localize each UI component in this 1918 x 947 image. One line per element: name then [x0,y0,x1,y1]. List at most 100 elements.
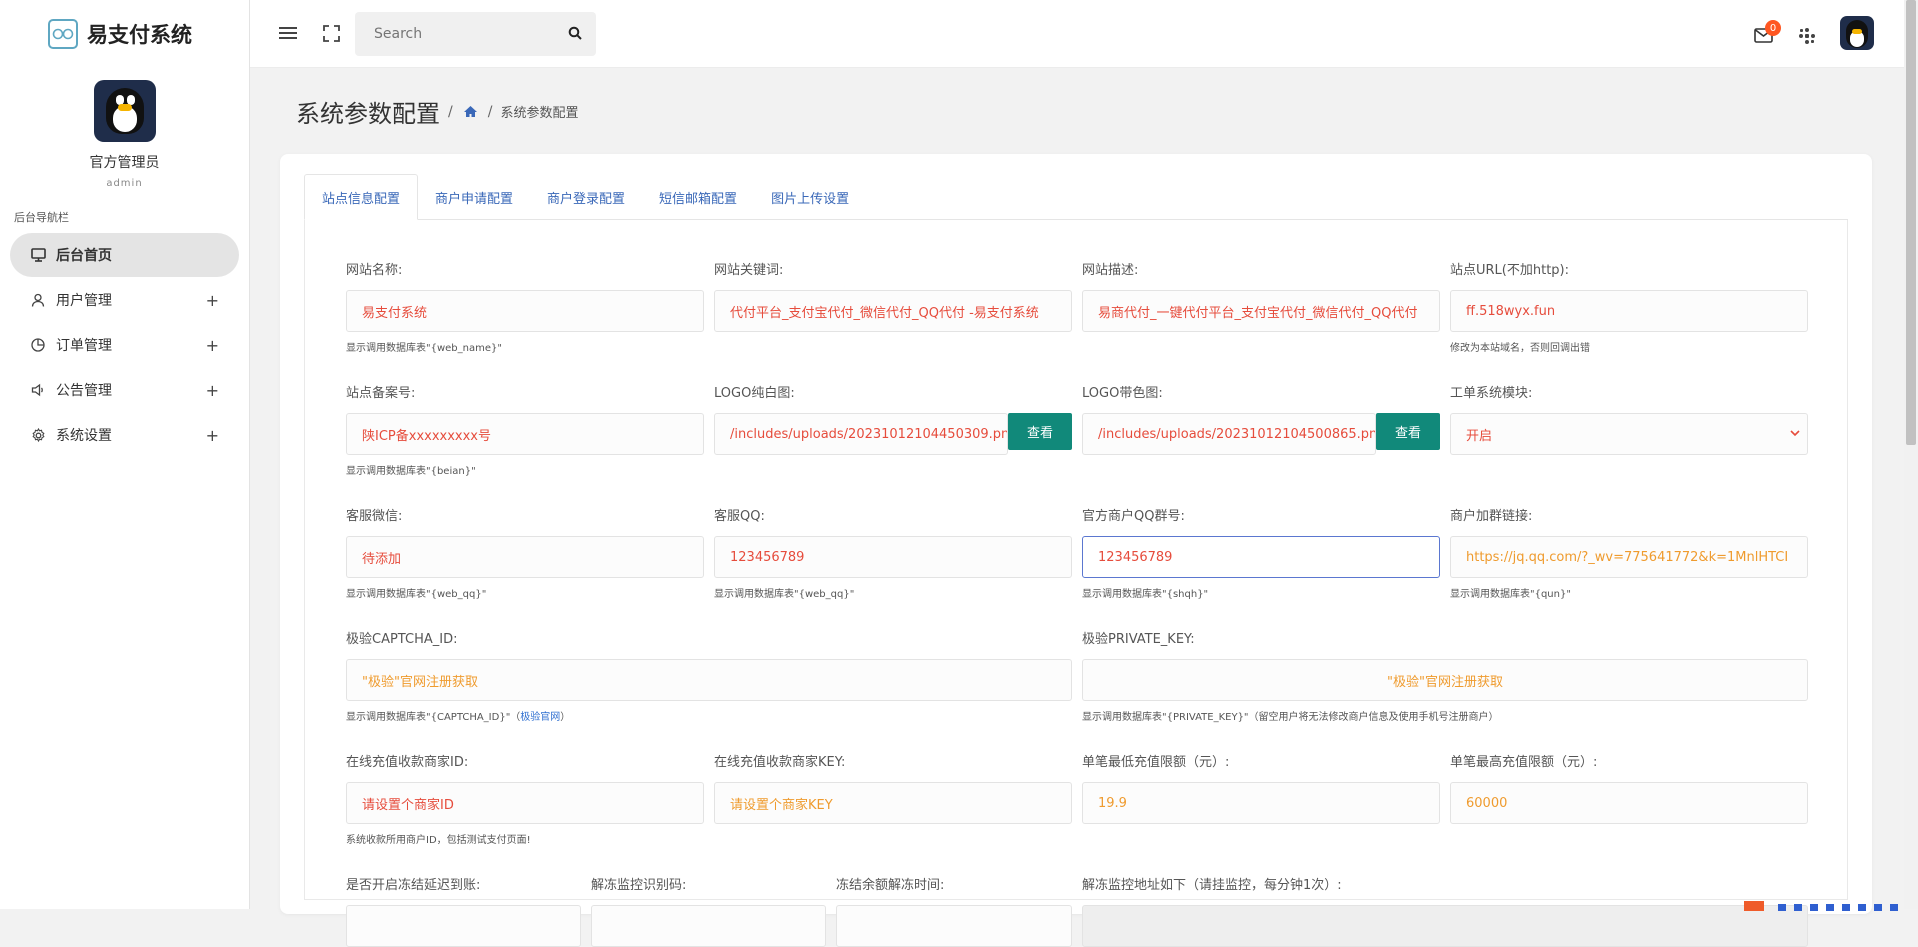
floating-toolbar[interactable] [1744,896,1904,911]
tab-image-upload[interactable]: 图片上传设置 [754,174,866,220]
menu-toggle-icon[interactable] [277,22,299,44]
field-private-key: 极验PRIVATE_KEY: "极验"官网注册获取 显示调用数据库表"{PRIV… [1082,628,1808,723]
description-input[interactable]: 易商代付_一键代付平台_支付宝代付_微信代付_QQ代付 [1082,290,1440,332]
field-wechat: 客服微信: 待添加 显示调用数据库表"{web_qq}" [346,505,704,600]
field-label: 网站关键词: [714,263,784,278]
scrollbar-thumb[interactable] [1906,0,1916,445]
sidebar-item-label: 公告管理 [56,383,112,399]
field-label: 网站名称: [346,263,403,278]
settings-card: 站点信息配置 商户申请配置 商户登录配置 短信邮箱配置 图片上传设置 网站名称:… [280,154,1872,947]
tab-merchant-apply[interactable]: 商户申请配置 [418,174,530,220]
mail-icon[interactable]: 0 [1752,20,1781,46]
ticket-module-select[interactable]: 开启 [1450,413,1808,455]
field-label: LOGO纯白图: [714,386,795,401]
qq-input[interactable]: 123456789 [714,536,1072,578]
unfreeze-time-input[interactable] [836,905,1072,947]
field-label: 在线充值收款商家ID: [346,755,469,770]
field-qq: 客服QQ: 123456789 显示调用数据库表"{web_qq}" [714,505,1072,600]
merchant-id-input[interactable]: 请设置个商家ID [346,782,704,824]
monitor-url-input[interactable] [1082,905,1808,947]
sidebar-item-announcements[interactable]: 公告管理 + [10,368,239,412]
captcha-id-input[interactable]: "极验"官网注册获取 [346,659,1072,701]
select-value: 开启 [1466,428,1493,444]
field-qq-group: 官方商户QQ群号: 123456789 显示调用数据库表"{shqh}" [1082,505,1440,600]
tab-site-info[interactable]: 站点信息配置 [304,174,419,220]
field-monitor-url: 解冻监控地址如下（请挂监控，每分钟1次）: [1082,874,1808,947]
sidebar-item-settings[interactable]: 系统设置 + [10,413,239,457]
site-url-input[interactable]: ff.518wyx.fun [1450,290,1808,332]
field-merchant-key: 在线充值收款商家KEY: 请设置个商家KEY [714,751,1072,824]
app-title: 易支付系统 [87,23,192,47]
chevron-down-icon [1789,427,1801,443]
unfreeze-code-input[interactable] [591,905,826,947]
sidebar-item-users[interactable]: 用户管理 + [10,278,239,322]
field-description: 网站描述: 易商代付_一键代付平台_支付宝代付_微信代付_QQ代付 [1082,259,1440,332]
expand-icon[interactable]: + [206,426,219,445]
field-label: 单笔最高充值限额（元）: [1450,755,1598,770]
user-avatar[interactable] [1840,16,1874,50]
field-hint: 显示调用数据库表"{PRIVATE_KEY}"（留空用户将无法修改商户信息及使用… [1082,712,1499,723]
search-input[interactable] [374,26,559,42]
field-unfreeze-time: 冻结余额解冻时间: [836,874,1072,947]
field-label: 解冻监控识别码: [591,878,687,893]
expand-icon[interactable]: + [206,381,219,400]
speaker-icon [30,382,46,398]
field-label: 站点备案号: [346,386,416,401]
max-recharge-input[interactable]: 60000 [1450,782,1808,824]
qq-group-input[interactable]: 123456789 [1082,536,1440,578]
freeze-select[interactable] [346,905,581,947]
field-hint: 显示调用数据库表"{shqh}" [1082,589,1209,600]
field-label: 站点URL(不加http): [1450,263,1569,278]
field-keywords: 网站关键词: 代付平台_支付宝代付_微信代付_QQ代付 -易支付系统 [714,259,1072,332]
field-label: 客服微信: [346,509,403,524]
min-recharge-input[interactable]: 19.9 [1082,782,1440,824]
tab-merchant-login[interactable]: 商户登录配置 [530,174,642,220]
sidebar-item-label: 系统设置 [56,428,112,444]
field-label: 工单系统模块: [1450,386,1533,401]
view-logo-color-button[interactable]: 查看 [1376,413,1440,450]
field-site-url: 站点URL(不加http): ff.518wyx.fun 修改为本站域名，否则回… [1450,259,1808,354]
fullscreen-icon[interactable] [320,22,342,44]
field-label: 是否开启冻结延迟到账: [346,878,481,893]
field-freeze: 是否开启冻结延迟到账: [346,874,581,947]
field-hint: 显示调用数据库表"{qun}" [1450,589,1571,600]
tab-sms-email[interactable]: 短信邮箱配置 [642,174,754,220]
home-icon[interactable] [463,105,478,118]
expand-icon[interactable]: + [206,336,219,355]
wechat-input[interactable]: 待添加 [346,536,704,578]
geetest-link[interactable]: 极验官网 [520,712,560,723]
breadcrumb-separator: / [448,103,453,120]
web-name-input[interactable]: 易支付系统 [346,290,704,332]
profile: 官方管理员 admin [0,68,249,189]
breadcrumb-current: 系统参数配置 [500,106,579,121]
field-hint: 显示调用数据库表"{CAPTCHA_ID}"（极验官网） [346,712,571,723]
merchant-key-input[interactable]: 请设置个商家KEY [714,782,1072,824]
field-merchant-id: 在线充值收款商家ID: 请设置个商家ID 系统收款所用商户ID，包括测试支付页面… [346,751,704,846]
field-label: 官方商户QQ群号: [1082,509,1185,524]
apps-icon[interactable] [1796,25,1818,47]
monitor-icon [30,247,46,263]
private-key-input[interactable]: "极验"官网注册获取 [1082,659,1808,701]
sidebar-item-dashboard[interactable]: 后台首页 [10,233,239,277]
field-max-recharge: 单笔最高充值限额（元）: 60000 [1450,751,1808,824]
beian-input[interactable]: 陕ICP备xxxxxxxxx号 [346,413,704,455]
sidebar-item-label: 用户管理 [56,293,112,309]
group-link-input[interactable]: https://jq.qq.com/?_wv=775641772&k=1MnlH… [1450,536,1808,578]
sidebar-item-label: 订单管理 [56,338,112,354]
avatar[interactable] [93,80,156,142]
expand-icon[interactable]: + [206,291,219,310]
page-title: 系统参数配置 [296,100,440,128]
logo-white-input[interactable]: /includes/uploads/20231012104450309.png [714,413,1008,455]
view-logo-white-button[interactable]: 查看 [1008,413,1072,450]
breadcrumb-separator: / [487,103,493,120]
field-unfreeze-code: 解冻监控识别码: [591,874,826,947]
keywords-input[interactable]: 代付平台_支付宝代付_微信代付_QQ代付 -易支付系统 [714,290,1072,332]
breadcrumb: 系统参数配置 / / 系统参数配置 [296,94,578,129]
logo-color-input[interactable]: /includes/uploads/20231012104500865.png [1082,413,1376,455]
sidebar-item-orders[interactable]: 订单管理 + [10,323,239,367]
field-label: 极验CAPTCHA_ID: [346,632,458,647]
field-beian: 站点备案号: 陕ICP备xxxxxxxxx号 显示调用数据库表"{beian}" [346,382,704,477]
brand[interactable]: 易支付系统 [0,0,249,68]
search-icon[interactable] [568,25,582,44]
field-hint: 显示调用数据库表"{beian}" [346,466,476,477]
